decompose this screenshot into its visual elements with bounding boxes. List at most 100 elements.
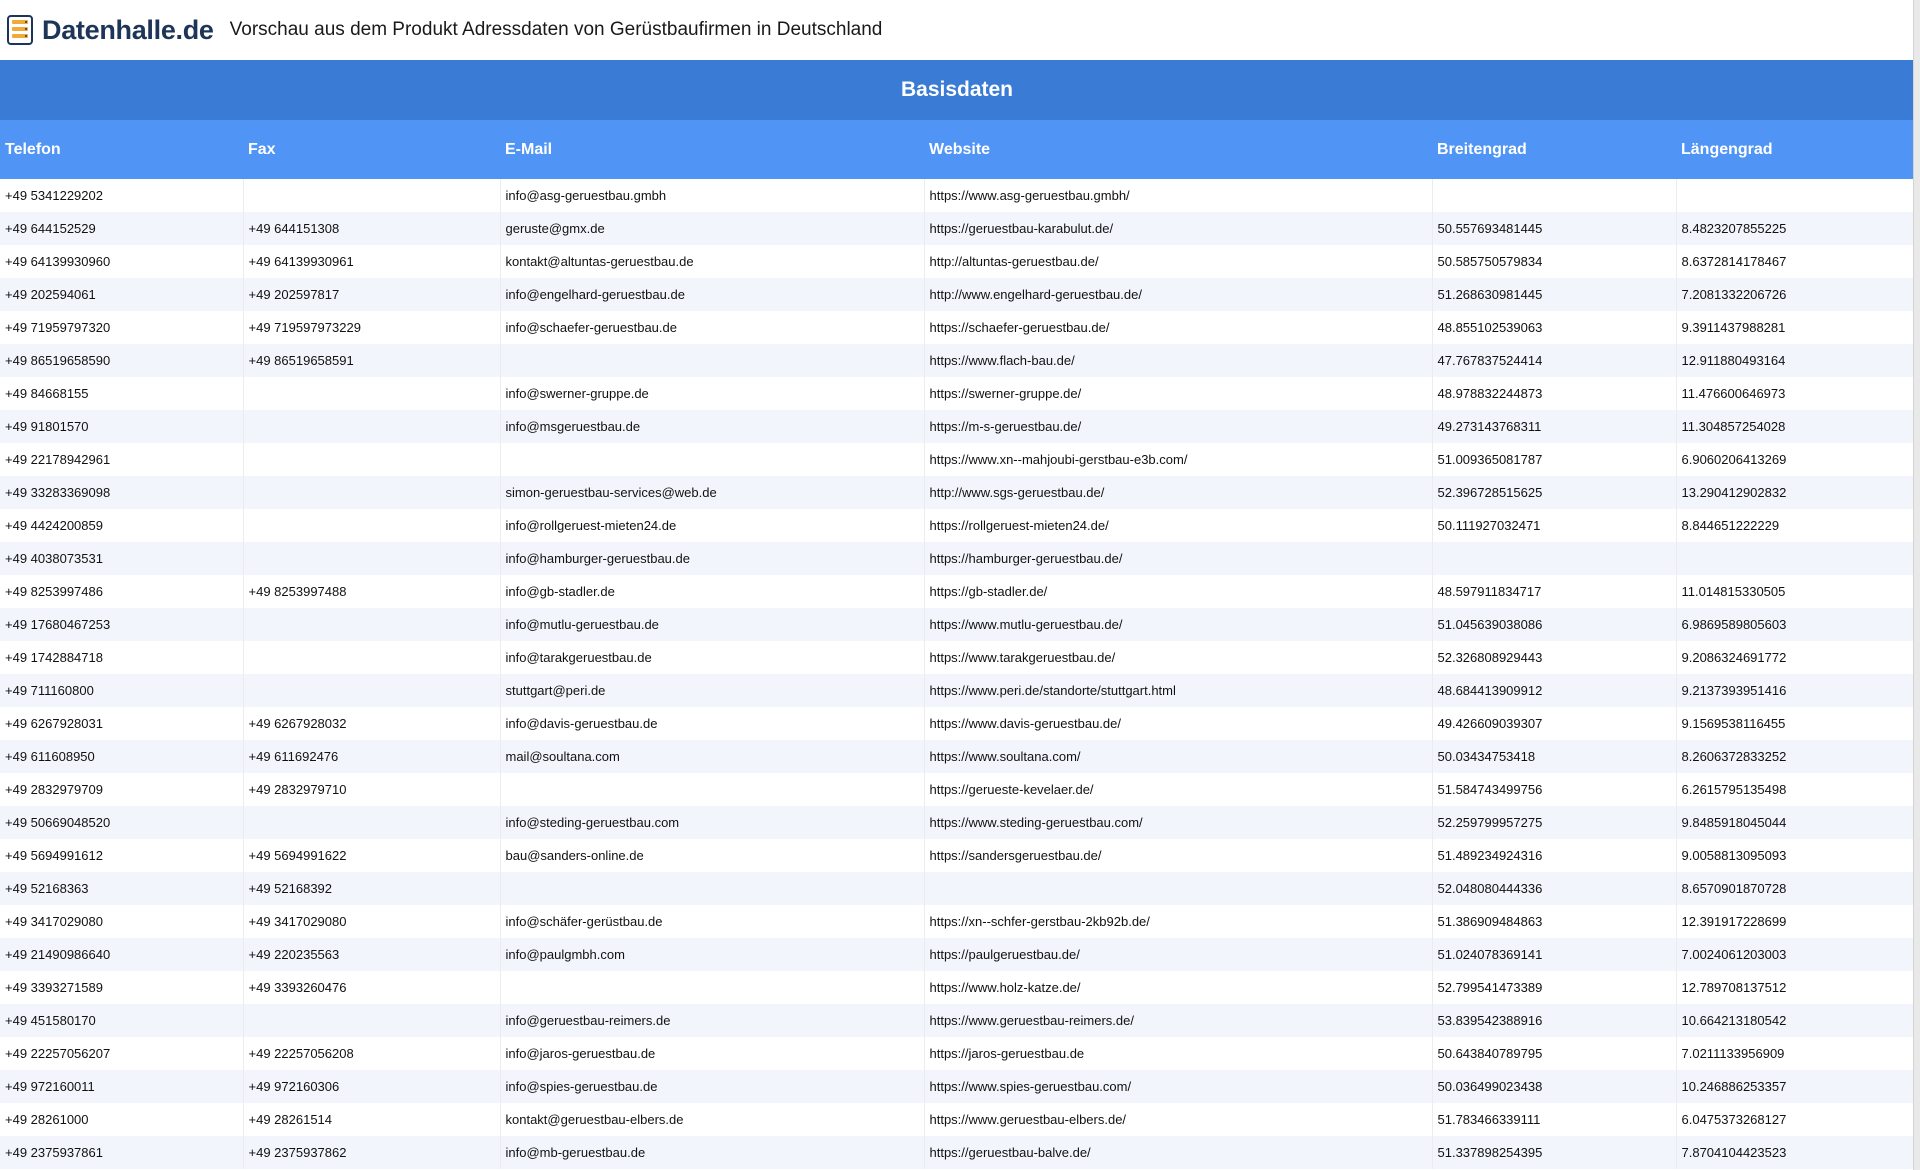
table-row: +49 71959797320 +49 719597973229 info@scha… [0, 311, 1914, 344]
email-cell: info@rollgeruest-mieten24.de [500, 509, 925, 542]
email-cell: info@gb-stadler.de [500, 575, 925, 608]
email-cell: info@hamburger-geruestbau.de [500, 542, 925, 575]
breitengrad-cell: 52.326808929443 [1432, 641, 1677, 674]
website-cell: https://geruestbau-balve.de/ [924, 1136, 1433, 1169]
fax-cell [243, 806, 501, 839]
fax-cell: +49 64139930961 [243, 245, 501, 278]
laengengrad-cell: 13.290412902832 [1676, 476, 1914, 509]
breitengrad-cell: 50.036499023438 [1432, 1070, 1677, 1103]
email-cell [500, 344, 925, 377]
fax-cell [243, 179, 501, 212]
logo[interactable]: Datenhalle.de [4, 0, 214, 60]
breitengrad-cell: 51.009365081787 [1432, 443, 1677, 476]
column-header-breitengrad[interactable]: Breitengrad [1432, 120, 1676, 179]
laengengrad-cell: 6.9869589805603 [1676, 608, 1914, 641]
telefon-cell: +49 202594061 [0, 278, 244, 311]
telefon-cell: +49 86519658590 [0, 344, 244, 377]
website-cell: https://sandersgeruestbau.de/ [924, 839, 1433, 872]
table-row: +49 86519658590 +49 86519658591 https://ww… [0, 344, 1914, 377]
fax-cell: +49 28261514 [243, 1103, 501, 1136]
table-row: +49 22257056207 +49 22257056208 info@jaros… [0, 1037, 1914, 1070]
website-cell: https://gb-stadler.de/ [924, 575, 1433, 608]
website-cell: https://paulgeruestbau.de/ [924, 938, 1433, 971]
table-row: +49 1742884718 info@tarakgeruestbau.de htt… [0, 641, 1914, 674]
email-cell: kontakt@geruestbau-elbers.de [500, 1103, 925, 1136]
table-row: +49 22178942961 https://www.xn--mahjoubi-… [0, 443, 1914, 476]
breitengrad-cell: 51.024078369141 [1432, 938, 1677, 971]
breitengrad-cell: 48.684413909912 [1432, 674, 1677, 707]
telefon-cell: +49 2832979709 [0, 773, 244, 806]
laengengrad-cell [1676, 542, 1914, 575]
email-cell: info@davis-geruestbau.de [500, 707, 925, 740]
table-row: +49 33283369098 simon-geruestbau-services… [0, 476, 1914, 509]
breitengrad-cell: 51.268630981445 [1432, 278, 1677, 311]
email-cell: info@mb-geruestbau.de [500, 1136, 925, 1169]
scrollbar[interactable] [1913, 0, 1920, 1170]
fax-cell: +49 5694991622 [243, 839, 501, 872]
laengengrad-cell: 7.0211133956909 [1676, 1037, 1914, 1070]
email-cell: simon-geruestbau-services@web.de [500, 476, 925, 509]
table-row: +49 28261000 +49 28261514 kontakt@geruestb… [0, 1103, 1914, 1136]
telefon-cell: +49 4038073531 [0, 542, 244, 575]
table-row: +49 451580170 info@geruestbau-reimers.de h… [0, 1004, 1914, 1037]
column-header-email[interactable]: E-Mail [500, 120, 924, 179]
email-cell: mail@soultana.com [500, 740, 925, 773]
telefon-cell: +49 91801570 [0, 410, 244, 443]
fax-cell: +49 3417029080 [243, 905, 501, 938]
table-row: +49 17680467253 info@mutlu-geruestbau.de h… [0, 608, 1914, 641]
fax-cell: +49 3393260476 [243, 971, 501, 1004]
website-cell: https://www.mutlu-geruestbau.de/ [924, 608, 1433, 641]
laengengrad-cell: 6.0475373268127 [1676, 1103, 1914, 1136]
fax-cell: +49 220235563 [243, 938, 501, 971]
column-header-website[interactable]: Website [924, 120, 1432, 179]
telefon-cell: +49 21490986640 [0, 938, 244, 971]
laengengrad-cell: 7.2081332206726 [1676, 278, 1914, 311]
email-cell: info@engelhard-geruestbau.de [500, 278, 925, 311]
table-row: +49 84668155 info@swerner-gruppe.de https:… [0, 377, 1914, 410]
laengengrad-cell: 11.476600646973 [1676, 377, 1914, 410]
column-header-laengengrad[interactable]: Längengrad [1676, 120, 1914, 179]
column-header-fax[interactable]: Fax [243, 120, 500, 179]
breitengrad-cell: 51.584743499756 [1432, 773, 1677, 806]
database-icon [4, 13, 38, 47]
laengengrad-cell: 9.2137393951416 [1676, 674, 1914, 707]
fax-cell [243, 509, 501, 542]
column-header-telefon[interactable]: Telefon [0, 120, 243, 179]
telefon-cell: +49 711160800 [0, 674, 244, 707]
telefon-cell: +49 64139930960 [0, 245, 244, 278]
breitengrad-cell: 51.386909484863 [1432, 905, 1677, 938]
email-cell: info@tarakgeruestbau.de [500, 641, 925, 674]
email-cell: stuttgart@peri.de [500, 674, 925, 707]
table-row: +49 4424200859 info@rollgeruest-mieten24.… [0, 509, 1914, 542]
fax-cell [243, 674, 501, 707]
top-bar: Datenhalle.de Vorschau aus dem Produkt A… [0, 0, 1920, 60]
laengengrad-cell: 6.9060206413269 [1676, 443, 1914, 476]
telefon-cell: +49 1742884718 [0, 641, 244, 674]
breitengrad-cell: 50.557693481445 [1432, 212, 1677, 245]
website-cell: http://www.sgs-geruestbau.de/ [924, 476, 1433, 509]
website-cell: https://schaefer-geruestbau.de/ [924, 311, 1433, 344]
table-row: +49 644152529 +49 644151308 geruste@gmx.de… [0, 212, 1914, 245]
breitengrad-cell: 51.783466339111 [1432, 1103, 1677, 1136]
website-cell: https://www.geruestbau-elbers.de/ [924, 1103, 1433, 1136]
laengengrad-cell: 12.391917228699 [1676, 905, 1914, 938]
table-row: +49 4038073531 info@hamburger-geruestbau.… [0, 542, 1914, 575]
website-cell: https://www.steding-geruestbau.com/ [924, 806, 1433, 839]
breitengrad-cell: 52.048080444336 [1432, 872, 1677, 905]
page-title: Vorschau aus dem Produkt Adressdaten von… [229, 19, 883, 40]
laengengrad-cell: 8.6372814178467 [1676, 245, 1914, 278]
email-cell [500, 773, 925, 806]
telefon-cell: +49 22257056207 [0, 1037, 244, 1070]
telefon-cell: +49 611608950 [0, 740, 244, 773]
email-cell: info@spies-geruestbau.de [500, 1070, 925, 1103]
website-cell: https://geruestbau-karabulut.de/ [924, 212, 1433, 245]
website-cell: https://www.soultana.com/ [924, 740, 1433, 773]
fax-cell [243, 1004, 501, 1037]
website-cell: https://www.davis-geruestbau.de/ [924, 707, 1433, 740]
email-cell: info@msgeruestbau.de [500, 410, 925, 443]
table-row: +49 91801570 info@msgeruestbau.de https://… [0, 410, 1914, 443]
fax-cell: +49 972160306 [243, 1070, 501, 1103]
website-cell: https://www.spies-geruestbau.com/ [924, 1070, 1433, 1103]
email-cell: info@jaros-geruestbau.de [500, 1037, 925, 1070]
fax-cell [243, 608, 501, 641]
